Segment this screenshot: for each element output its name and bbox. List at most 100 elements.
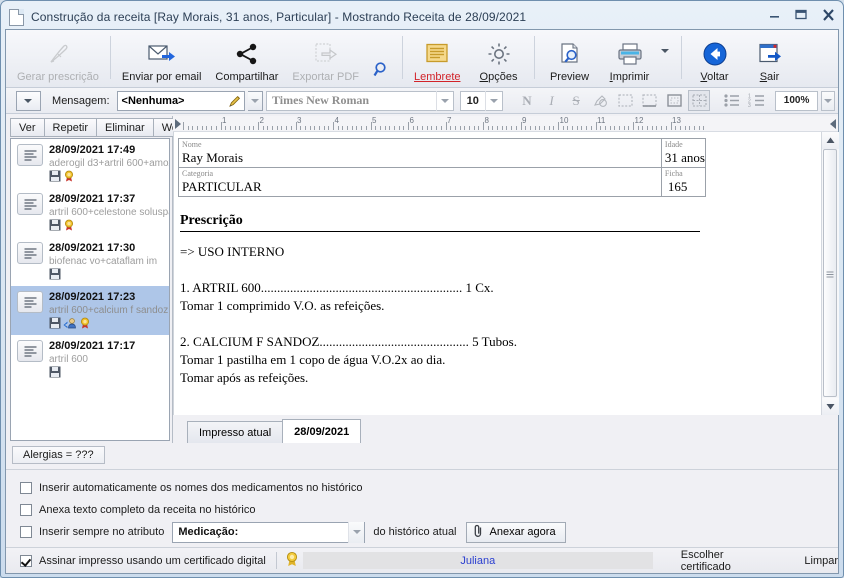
checkbox-attach-full-text[interactable] [20, 504, 32, 516]
chevron-down-icon [660, 48, 669, 53]
ruler-tick [581, 126, 583, 130]
option-row[interactable]: Anexa texto completo da receita no histó… [6, 499, 838, 521]
bullet-list-icon[interactable] [722, 90, 744, 111]
patient-header-table: Nome Ray Morais Idade 31 anos Categoria … [178, 138, 707, 197]
escolher-certificado-button[interactable]: Escolher certificado [681, 549, 771, 573]
anexar-agora-button[interactable]: Anexar agora [465, 521, 566, 543]
option-label: Anexa texto completo da receita no histó… [39, 504, 256, 516]
ruler-tick [497, 126, 499, 130]
attribute-dropdown-arrow[interactable] [348, 521, 365, 543]
editor-panel: 1 2 3 4 5 6 7 8 9 10 11 12 13 Nome Ray Morais [173, 116, 839, 443]
checkbox-always-insert-attribute[interactable] [20, 526, 32, 538]
mensagem-combo[interactable]: <Nenhuma> [116, 90, 245, 111]
checkbox-insert-medication-names[interactable] [20, 482, 32, 494]
option-row[interactable]: Inserir automaticamente os nomes dos med… [6, 477, 838, 499]
checkbox-sign-with-certificate[interactable] [20, 554, 32, 567]
document-page[interactable]: Nome Ray Morais Idade 31 anos Categoria … [173, 132, 821, 415]
ruler-tick [459, 126, 461, 130]
history-tab-ver[interactable]: Ver [10, 118, 45, 137]
voltar-button[interactable]: Voltar [686, 30, 744, 87]
border-grid-icon[interactable] [688, 90, 711, 111]
tab-impresso-atual[interactable]: Impresso atual [187, 421, 284, 443]
preview-button[interactable]: Preview [539, 30, 601, 87]
opcoes-button[interactable]: Opções [468, 30, 530, 87]
tab-receita-date[interactable]: 28/09/2021 [282, 419, 362, 443]
limpar-button[interactable]: Limpar [804, 555, 838, 567]
border-bottom-icon[interactable] [639, 90, 661, 111]
ruler-tick [679, 126, 681, 130]
title-bar: Construção da receita [Ray Morais, 31 an… [5, 5, 839, 29]
numbered-list-icon[interactable]: 123 [746, 90, 768, 111]
chevron-down-icon [352, 530, 361, 534]
history-tab-repetir[interactable]: Repetir [43, 118, 97, 137]
save-icon [49, 366, 61, 381]
preview-label: Preview [549, 71, 590, 83]
history-list[interactable]: 28/09/2021 17:49 aderogil d3+artril 600+… [10, 138, 170, 441]
indent-right-marker[interactable] [830, 119, 836, 129]
strikethrough-button[interactable]: S [565, 90, 587, 111]
save-icon [49, 317, 61, 332]
font-size-combo[interactable]: 10 [459, 90, 503, 111]
bold-button[interactable]: N [516, 90, 538, 111]
list-item[interactable]: 28/09/2021 17:17 artril 600 [11, 335, 169, 384]
list-item[interactable]: 28/09/2021 17:30 biofenac vo+cataflam im [11, 237, 169, 286]
option-row[interactable]: Inserir sempre no atributo Medicação: do… [6, 521, 838, 543]
imprimir-button[interactable]: Imprimir [601, 30, 659, 87]
certificate-name: Juliana [460, 554, 496, 567]
gerar-prescricao-button[interactable]: Gerar prescrição [10, 30, 106, 87]
history-tab-eliminar[interactable]: Eliminar [95, 118, 154, 137]
buscar-button[interactable] [366, 30, 398, 87]
categoria-value: PARTICULAR [182, 179, 262, 194]
close-button[interactable] [819, 6, 837, 23]
magnifier-icon [373, 51, 391, 81]
zoom-dropdown-arrow[interactable] [821, 90, 835, 111]
ruler-tick [197, 126, 199, 130]
pencil-icon[interactable] [226, 94, 244, 108]
ruler-tick [187, 126, 189, 130]
scroll-thumb[interactable] [822, 149, 837, 397]
ruler-tick [576, 126, 578, 130]
scroll-up-button[interactable] [821, 132, 839, 149]
certificate-field[interactable]: Juliana [302, 552, 653, 569]
ruler-tick [417, 126, 419, 130]
attribute-combo[interactable]: Medicação: [172, 521, 366, 543]
exportar-pdf-button[interactable]: Exportar PDF [285, 30, 366, 87]
enviar-email-button[interactable]: Enviar por email [115, 30, 208, 87]
ruler-tick [543, 126, 545, 130]
border-box-icon[interactable] [664, 90, 686, 111]
ruler-tick [375, 126, 377, 130]
scroll-down-button[interactable] [821, 398, 839, 415]
lembrete-button[interactable]: Lembrete [407, 30, 467, 87]
list-item[interactable]: 28/09/2021 17:37 artril 600+celestone so… [11, 188, 169, 237]
nome-label: Nome [182, 140, 202, 149]
scrollbar-track[interactable] [821, 149, 839, 398]
ruler[interactable]: 1 2 3 4 5 6 7 8 9 10 11 12 13 [173, 116, 838, 132]
ruler-tick [215, 126, 217, 130]
zoom-combo[interactable]: 100% [774, 90, 819, 111]
compartilhar-button[interactable]: Compartilhar [208, 30, 285, 87]
imprimir-dropdown-arrow[interactable] [659, 30, 677, 87]
border-none-icon[interactable] [615, 90, 637, 111]
list-item[interactable]: 28/09/2021 17:49 aderogil d3+artril 600+… [11, 139, 169, 188]
ruler-tick [562, 126, 564, 130]
vertical-scrollbar[interactable] [821, 132, 839, 415]
mensagem-dropdown-arrow[interactable] [247, 90, 263, 111]
allergy-badge[interactable]: Alergias = ??? [12, 446, 105, 464]
highlighter-icon[interactable] [590, 90, 612, 111]
font-family-dropdown-arrow[interactable] [435, 90, 453, 111]
list-item[interactable]: 28/09/2021 17:23 artril 600+calcium f sa… [11, 286, 169, 335]
save-icon [49, 268, 61, 283]
ruler-tick [501, 126, 503, 130]
ruler-tick [515, 126, 517, 130]
sair-button[interactable]: Sair [744, 30, 796, 87]
indent-left-marker[interactable] [175, 119, 181, 129]
maximize-button[interactable] [792, 6, 810, 23]
font-family-combo[interactable]: Times New Roman [266, 90, 454, 111]
font-size-dropdown-arrow[interactable] [484, 90, 502, 111]
formatbar-left-dropdown[interactable] [15, 90, 42, 111]
ruler-tick [614, 126, 616, 130]
ruler-tick [272, 126, 274, 130]
minimize-button[interactable] [765, 6, 783, 23]
italic-button[interactable]: I [541, 90, 563, 111]
chevron-down-icon [489, 98, 498, 103]
